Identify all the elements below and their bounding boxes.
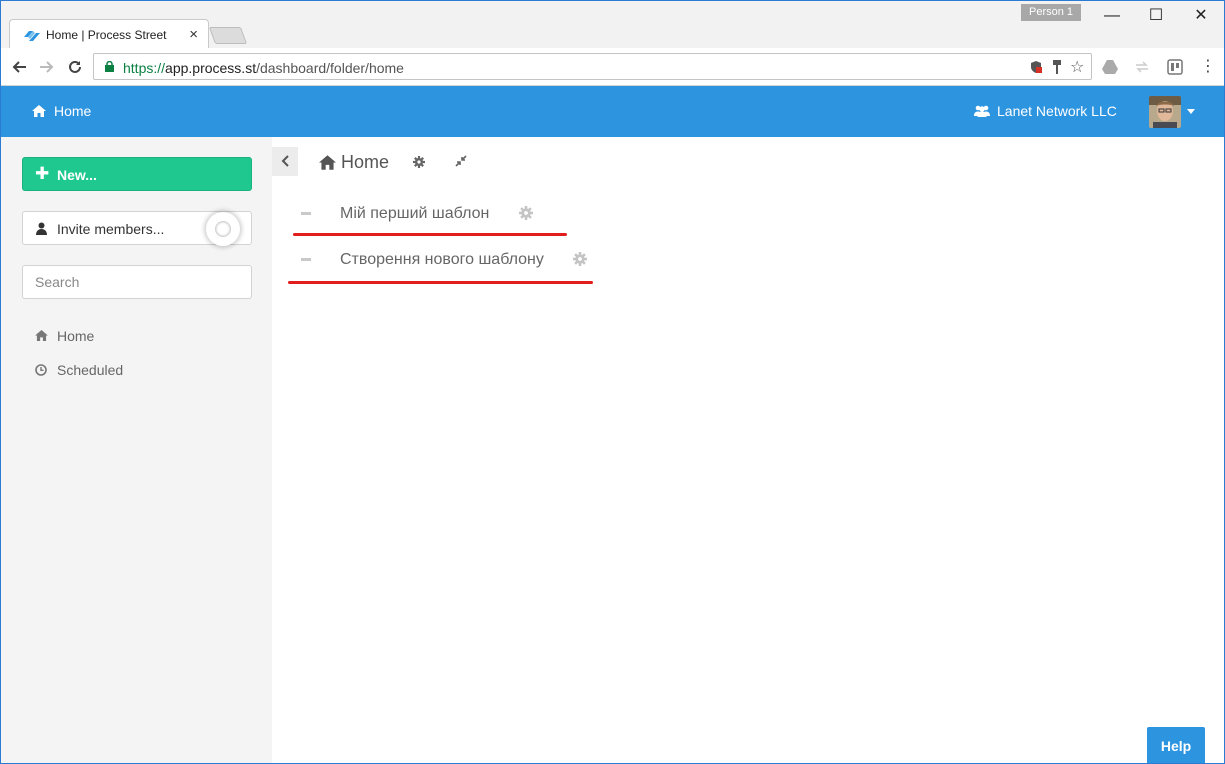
profile-badge[interactable]: Person 1 xyxy=(1021,4,1081,21)
compress-icon[interactable] xyxy=(455,155,467,167)
chevron-left-icon xyxy=(281,155,289,167)
template-settings-gear-icon[interactable] xyxy=(573,252,587,266)
address-bar[interactable]: https://app.process.st/dashboard/folder/… xyxy=(93,53,1092,80)
browser-window: Home | Process Street × Person 1 — ☐ ✕ h… xyxy=(0,0,1225,764)
minus-icon xyxy=(301,258,311,261)
close-window-icon[interactable]: ✕ xyxy=(1191,6,1211,26)
search-input[interactable] xyxy=(22,265,252,299)
new-button[interactable]: ✚ New... xyxy=(22,157,252,191)
folder-settings-gear-icon[interactable] xyxy=(413,156,425,168)
title-bar: Home | Process Street × Person 1 — ☐ ✕ xyxy=(1,1,1224,49)
invite-members-button[interactable]: Invite members... xyxy=(22,211,252,246)
shield-blocked-icon[interactable] xyxy=(1029,60,1043,74)
red-underline-annotation xyxy=(288,281,593,284)
app-header: Home Lanet Network LLC xyxy=(1,86,1224,137)
help-button[interactable]: Help xyxy=(1147,727,1205,763)
tab-title: Home | Process Street xyxy=(46,28,167,42)
template-row[interactable]: Мій перший шаблон xyxy=(297,201,537,227)
drive-extension-icon[interactable] xyxy=(1102,59,1118,75)
bookmark-star-icon[interactable]: ☆ xyxy=(1070,57,1084,77)
forward-icon[interactable] xyxy=(36,56,58,78)
user-icon xyxy=(36,222,47,235)
plus-icon: ✚ xyxy=(35,164,50,183)
organization-link[interactable]: Lanet Network LLC xyxy=(974,103,1117,119)
browser-tab[interactable]: Home | Process Street × xyxy=(9,19,209,49)
template-name[interactable]: Створення нового шаблону xyxy=(340,251,544,269)
reload-icon[interactable] xyxy=(64,56,86,78)
lock-icon xyxy=(105,61,114,72)
header-home-link[interactable]: Home xyxy=(32,103,91,119)
key-icon[interactable] xyxy=(1052,60,1062,74)
browser-menu-icon[interactable]: ⋮ xyxy=(1197,56,1219,78)
trello-extension-icon[interactable] xyxy=(1167,59,1183,75)
tab-close-icon[interactable]: × xyxy=(189,26,198,43)
users-icon xyxy=(974,105,990,117)
template-settings-gear-icon[interactable] xyxy=(519,206,533,220)
template-row[interactable]: Створення нового шаблону xyxy=(297,247,597,273)
process-street-logo-icon xyxy=(24,31,40,41)
red-underline-annotation xyxy=(293,233,567,236)
collapse-sidebar-button[interactable] xyxy=(272,147,298,176)
chevron-down-icon[interactable] xyxy=(1187,109,1195,114)
url-text: https://app.process.st/dashboard/folder/… xyxy=(123,60,404,76)
home-icon xyxy=(35,330,48,341)
sync-extension-icon[interactable] xyxy=(1134,59,1150,75)
sidebar: ✚ New... Invite members... Home Schedule… xyxy=(1,137,272,763)
minus-icon xyxy=(301,212,311,215)
new-tab-button[interactable] xyxy=(208,27,248,44)
user-avatar[interactable] xyxy=(1149,96,1181,128)
browser-toolbar: https://app.process.st/dashboard/folder/… xyxy=(1,48,1224,86)
maximize-icon[interactable]: ☐ xyxy=(1146,6,1166,26)
minimize-icon[interactable]: — xyxy=(1102,6,1122,26)
click-ripple-indicator xyxy=(206,212,240,246)
template-name[interactable]: Мій перший шаблон xyxy=(340,205,489,223)
home-icon xyxy=(32,105,46,117)
back-icon[interactable] xyxy=(8,56,30,78)
home-icon xyxy=(319,155,336,170)
clock-icon xyxy=(35,364,47,376)
